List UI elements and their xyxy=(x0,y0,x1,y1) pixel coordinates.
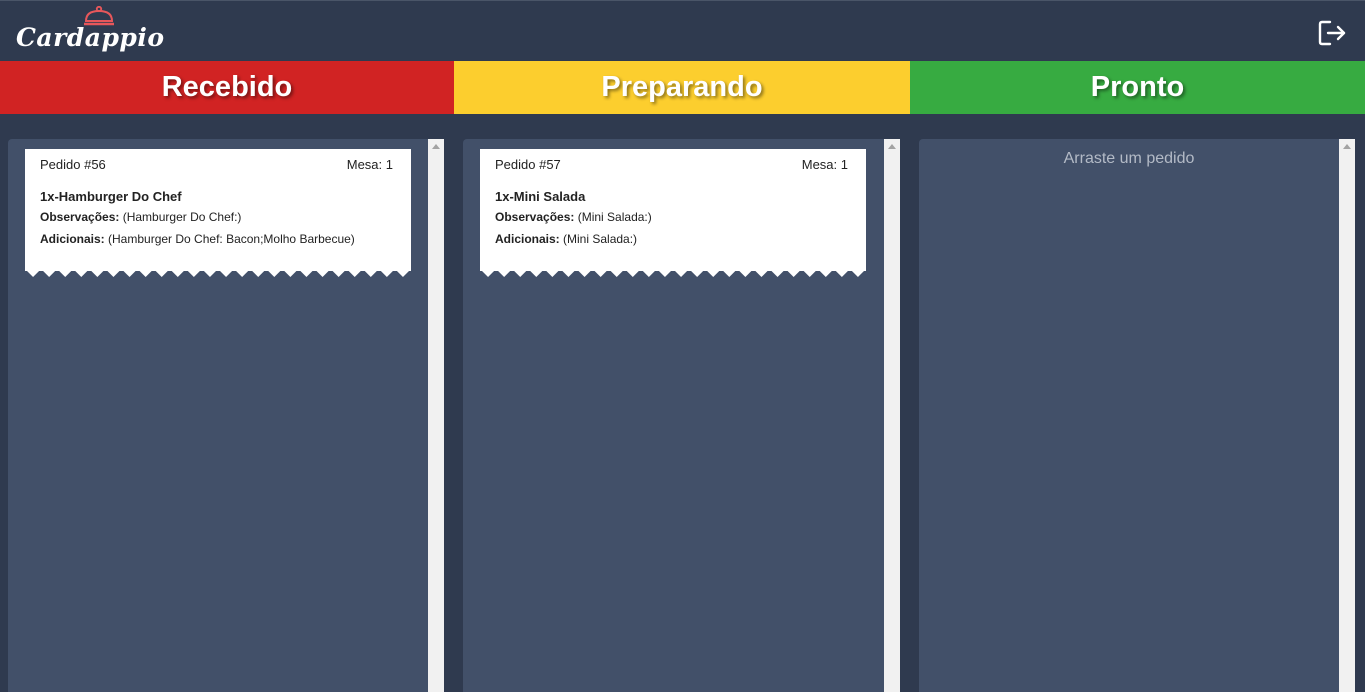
order-number: Pedido #57 xyxy=(495,157,561,172)
observations-value: (Hamburger Do Chef:) xyxy=(119,210,242,224)
order-ticket[interactable]: Pedido #56 Mesa: 1 1x-Hamburger Do Chef … xyxy=(25,149,411,277)
table-number: Mesa: 1 xyxy=(346,157,393,172)
item-additions: Adicionais: (Mini Salada:) xyxy=(495,232,637,246)
ticket-torn-edge xyxy=(480,269,866,277)
column-scrollbar[interactable] xyxy=(428,139,444,692)
order-ticket[interactable]: Pedido #57 Mesa: 1 1x-Mini Salada Observ… xyxy=(480,149,866,277)
drop-hint: Arraste um pedido xyxy=(1063,150,1195,167)
scroll-up-arrow[interactable] xyxy=(432,144,440,149)
additions-label: Adicionais: xyxy=(40,232,105,246)
observations-value: (Mini Salada:) xyxy=(574,210,652,224)
status-header-recebido: Recebido xyxy=(0,61,454,114)
logout-button[interactable] xyxy=(1317,18,1347,48)
column-scrollbar[interactable] xyxy=(884,139,900,692)
column-scrollbar[interactable] xyxy=(1339,139,1355,692)
column-recebido[interactable]: Pedido #56 Mesa: 1 1x-Hamburger Do Chef … xyxy=(8,139,428,692)
logout-icon xyxy=(1318,20,1346,46)
observations-label: Observações: xyxy=(495,210,575,224)
additions-value: (Mini Salada:) xyxy=(559,232,638,246)
scroll-up-arrow[interactable] xyxy=(1343,144,1351,149)
top-bar: Cardappio xyxy=(0,0,1365,61)
column-preparando[interactable]: Pedido #57 Mesa: 1 1x-Mini Salada Observ… xyxy=(463,139,884,692)
column-pronto[interactable]: Arraste um pedido xyxy=(919,139,1339,692)
observations-label: Observações: xyxy=(40,210,120,224)
item-observations: Observações: (Mini Salada:) xyxy=(495,210,652,224)
additions-label: Adicionais: xyxy=(495,232,560,246)
item-title: 1x-Mini Salada xyxy=(495,189,586,204)
item-title: 1x-Hamburger Do Chef xyxy=(40,189,182,204)
order-number: Pedido #56 xyxy=(40,157,106,172)
additions-value: (Hamburger Do Chef: Bacon;Molho Barbecue… xyxy=(104,232,355,246)
ticket-torn-edge xyxy=(25,269,411,277)
status-header-pronto: Pronto xyxy=(910,61,1365,114)
item-additions: Adicionais: (Hamburger Do Chef: Bacon;Mo… xyxy=(40,232,355,246)
status-header-preparando: Preparando xyxy=(454,61,910,114)
item-observations: Observações: (Hamburger Do Chef:) xyxy=(40,210,241,224)
table-number: Mesa: 1 xyxy=(801,157,848,172)
app-logo[interactable]: Cardappio xyxy=(16,6,164,55)
logo-text: Cardappio xyxy=(16,23,165,52)
scroll-up-arrow[interactable] xyxy=(888,144,896,149)
